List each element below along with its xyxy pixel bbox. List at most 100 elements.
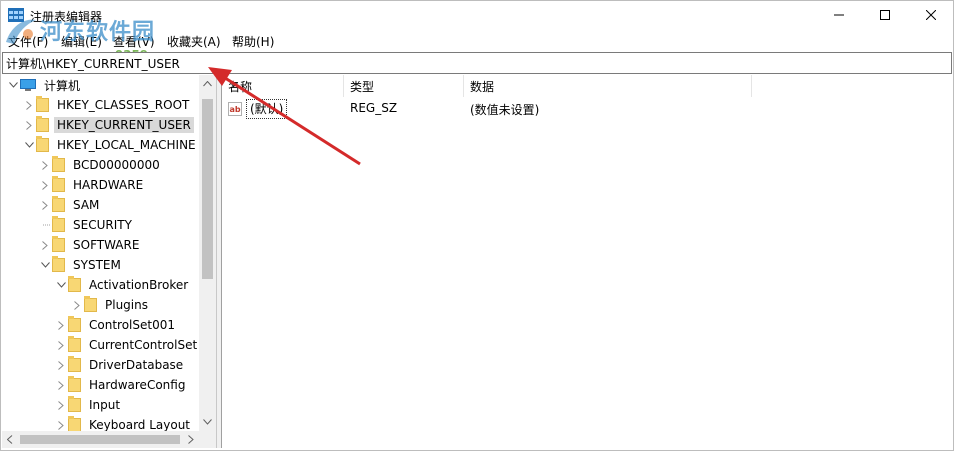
- chevron-right-icon[interactable]: [38, 175, 52, 195]
- tree-item[interactable]: HARDWARE: [38, 175, 146, 195]
- close-icon: [926, 10, 936, 20]
- scroll-left-icon[interactable]: [7, 435, 13, 444]
- svg-text:ab: ab: [230, 105, 241, 114]
- registry-tree[interactable]: 计算机 HKEY_CLASSES_ROOT HKEY_CURRENT_USER HK…: [2, 75, 217, 448]
- minimize-button[interactable]: [816, 0, 862, 30]
- folder-icon: [52, 156, 65, 172]
- folder-icon: [36, 116, 49, 132]
- tree-item[interactable]: ActivationBroker: [54, 275, 191, 295]
- address-path: 计算机\HKEY_CURRENT_USER: [6, 57, 180, 71]
- maximize-icon: [880, 10, 890, 20]
- values-list[interactable]: 名称 类型 数据 ab (默认) REG_SZ (数值未设置): [221, 75, 951, 448]
- scroll-right-icon[interactable]: [188, 435, 194, 444]
- address-bar[interactable]: 计算机\HKEY_CURRENT_USER: [2, 52, 952, 74]
- menu-bar: 文件(F) 编辑(E) 查看(V) 收藏夹(A) 帮助(H): [0, 30, 954, 50]
- tree-item-label: CurrentControlSet: [89, 338, 198, 352]
- value-type: REG_SZ: [350, 101, 398, 115]
- column-header-name[interactable]: 名称: [222, 75, 344, 97]
- tree-item[interactable]: CurrentControlSet: [54, 335, 200, 355]
- chevron-right-icon[interactable]: [54, 315, 68, 335]
- tree-item-label: ControlSet001: [89, 318, 175, 332]
- chevron-right-icon[interactable]: [38, 195, 52, 215]
- tree-item-label: SYSTEM: [73, 258, 121, 272]
- scroll-up-icon[interactable]: [203, 81, 212, 87]
- chevron-down-icon[interactable]: [54, 275, 68, 295]
- folder-icon: [52, 256, 65, 272]
- tree-item[interactable]: Input: [54, 395, 123, 415]
- tree-item[interactable]: HKEY_CLASSES_ROOT: [22, 95, 192, 115]
- folder-icon: [36, 96, 49, 112]
- tree-item-label: SECURITY: [73, 218, 132, 232]
- value-name: (默认): [246, 99, 288, 119]
- tree-item[interactable]: BCD00000000: [38, 155, 163, 175]
- chevron-down-icon[interactable]: [22, 135, 36, 155]
- column-header-type[interactable]: 类型: [344, 75, 464, 97]
- tree-vertical-scrollbar[interactable]: [199, 75, 216, 431]
- chevron-right-icon[interactable]: [54, 395, 68, 415]
- window-title: 注册表编辑器: [30, 10, 103, 24]
- folder-icon: [52, 196, 65, 212]
- ab-string-icon: ab: [228, 102, 242, 116]
- tree-item[interactable]: SOFTWARE: [38, 235, 142, 255]
- tree-item-label: HKEY_LOCAL_MACHINE: [57, 138, 196, 152]
- tree-root-computer[interactable]: 计算机: [6, 75, 83, 95]
- menu-edit[interactable]: 编辑(E): [61, 33, 102, 50]
- tree-item-label: BCD00000000: [73, 158, 160, 172]
- maximize-button[interactable]: [862, 0, 908, 30]
- close-button[interactable]: [908, 0, 954, 30]
- tree-item[interactable]: HKEY_CURRENT_USER: [22, 115, 194, 135]
- tree-item-label: HardwareConfig: [89, 378, 186, 392]
- tree-connector-icon: [38, 215, 52, 235]
- tree-item-label: HKEY_CLASSES_ROOT: [57, 98, 190, 112]
- menu-favorites[interactable]: 收藏夹(A): [167, 33, 221, 50]
- tree-item[interactable]: Plugins: [70, 295, 151, 315]
- folder-icon: [68, 396, 81, 412]
- tree-horizontal-scroll-thumb[interactable]: [20, 435, 180, 444]
- menu-file[interactable]: 文件(F): [8, 33, 48, 50]
- folder-icon: [68, 356, 81, 372]
- scroll-down-icon[interactable]: [203, 419, 212, 425]
- tree-item-label: SOFTWARE: [73, 238, 140, 252]
- chevron-right-icon[interactable]: [22, 95, 36, 115]
- tree-vertical-scroll-thumb[interactable]: [202, 99, 213, 279]
- minimize-icon: [834, 14, 844, 16]
- tree-item[interactable]: ControlSet001: [54, 315, 178, 335]
- tree-item[interactable]: HardwareConfig: [54, 375, 188, 395]
- value-row[interactable]: ab (默认) REG_SZ (数值未设置): [224, 99, 924, 119]
- chevron-right-icon[interactable]: [70, 295, 84, 315]
- chevron-right-icon[interactable]: [22, 115, 36, 135]
- folder-icon: [52, 216, 65, 232]
- chevron-down-icon[interactable]: [38, 255, 52, 275]
- chevron-right-icon[interactable]: [54, 375, 68, 395]
- tree-item[interactable]: SAM: [38, 195, 102, 215]
- chevron-right-icon[interactable]: [54, 335, 68, 355]
- tree-item[interactable]: DriverDatabase: [54, 355, 186, 375]
- tree-item-label: Plugins: [105, 298, 148, 312]
- column-header-data[interactable]: 数据: [464, 75, 752, 97]
- tree-item-label: ActivationBroker: [89, 278, 189, 292]
- menu-help[interactable]: 帮助(H): [232, 33, 274, 50]
- scrollbar-corner: [199, 431, 216, 448]
- folder-icon: [68, 336, 81, 352]
- computer-icon: [20, 78, 36, 91]
- tree-item-label: DriverDatabase: [89, 358, 184, 372]
- tree-item-label: SAM: [73, 198, 100, 212]
- folder-icon: [68, 276, 81, 292]
- tree-item[interactable]: HKEY_LOCAL_MACHINE: [22, 135, 199, 155]
- chevron-down-icon[interactable]: [6, 75, 20, 95]
- title-bar: 注册表编辑器: [0, 0, 954, 30]
- tree-item[interactable]: SYSTEM: [38, 255, 124, 275]
- chevron-right-icon[interactable]: [38, 235, 52, 255]
- tree-item-label: Input: [89, 398, 121, 412]
- folder-icon: [52, 176, 65, 192]
- chevron-right-icon[interactable]: [38, 155, 52, 175]
- tree-horizontal-scrollbar[interactable]: [2, 431, 199, 448]
- menu-view[interactable]: 查看(V): [113, 33, 155, 50]
- folder-icon: [84, 296, 97, 312]
- chevron-right-icon[interactable]: [54, 355, 68, 375]
- regedit-app-icon: [8, 8, 24, 22]
- tree-item[interactable]: SECURITY: [38, 215, 135, 235]
- folder-icon: [36, 136, 49, 152]
- folder-icon: [68, 416, 81, 432]
- folder-icon: [68, 316, 81, 332]
